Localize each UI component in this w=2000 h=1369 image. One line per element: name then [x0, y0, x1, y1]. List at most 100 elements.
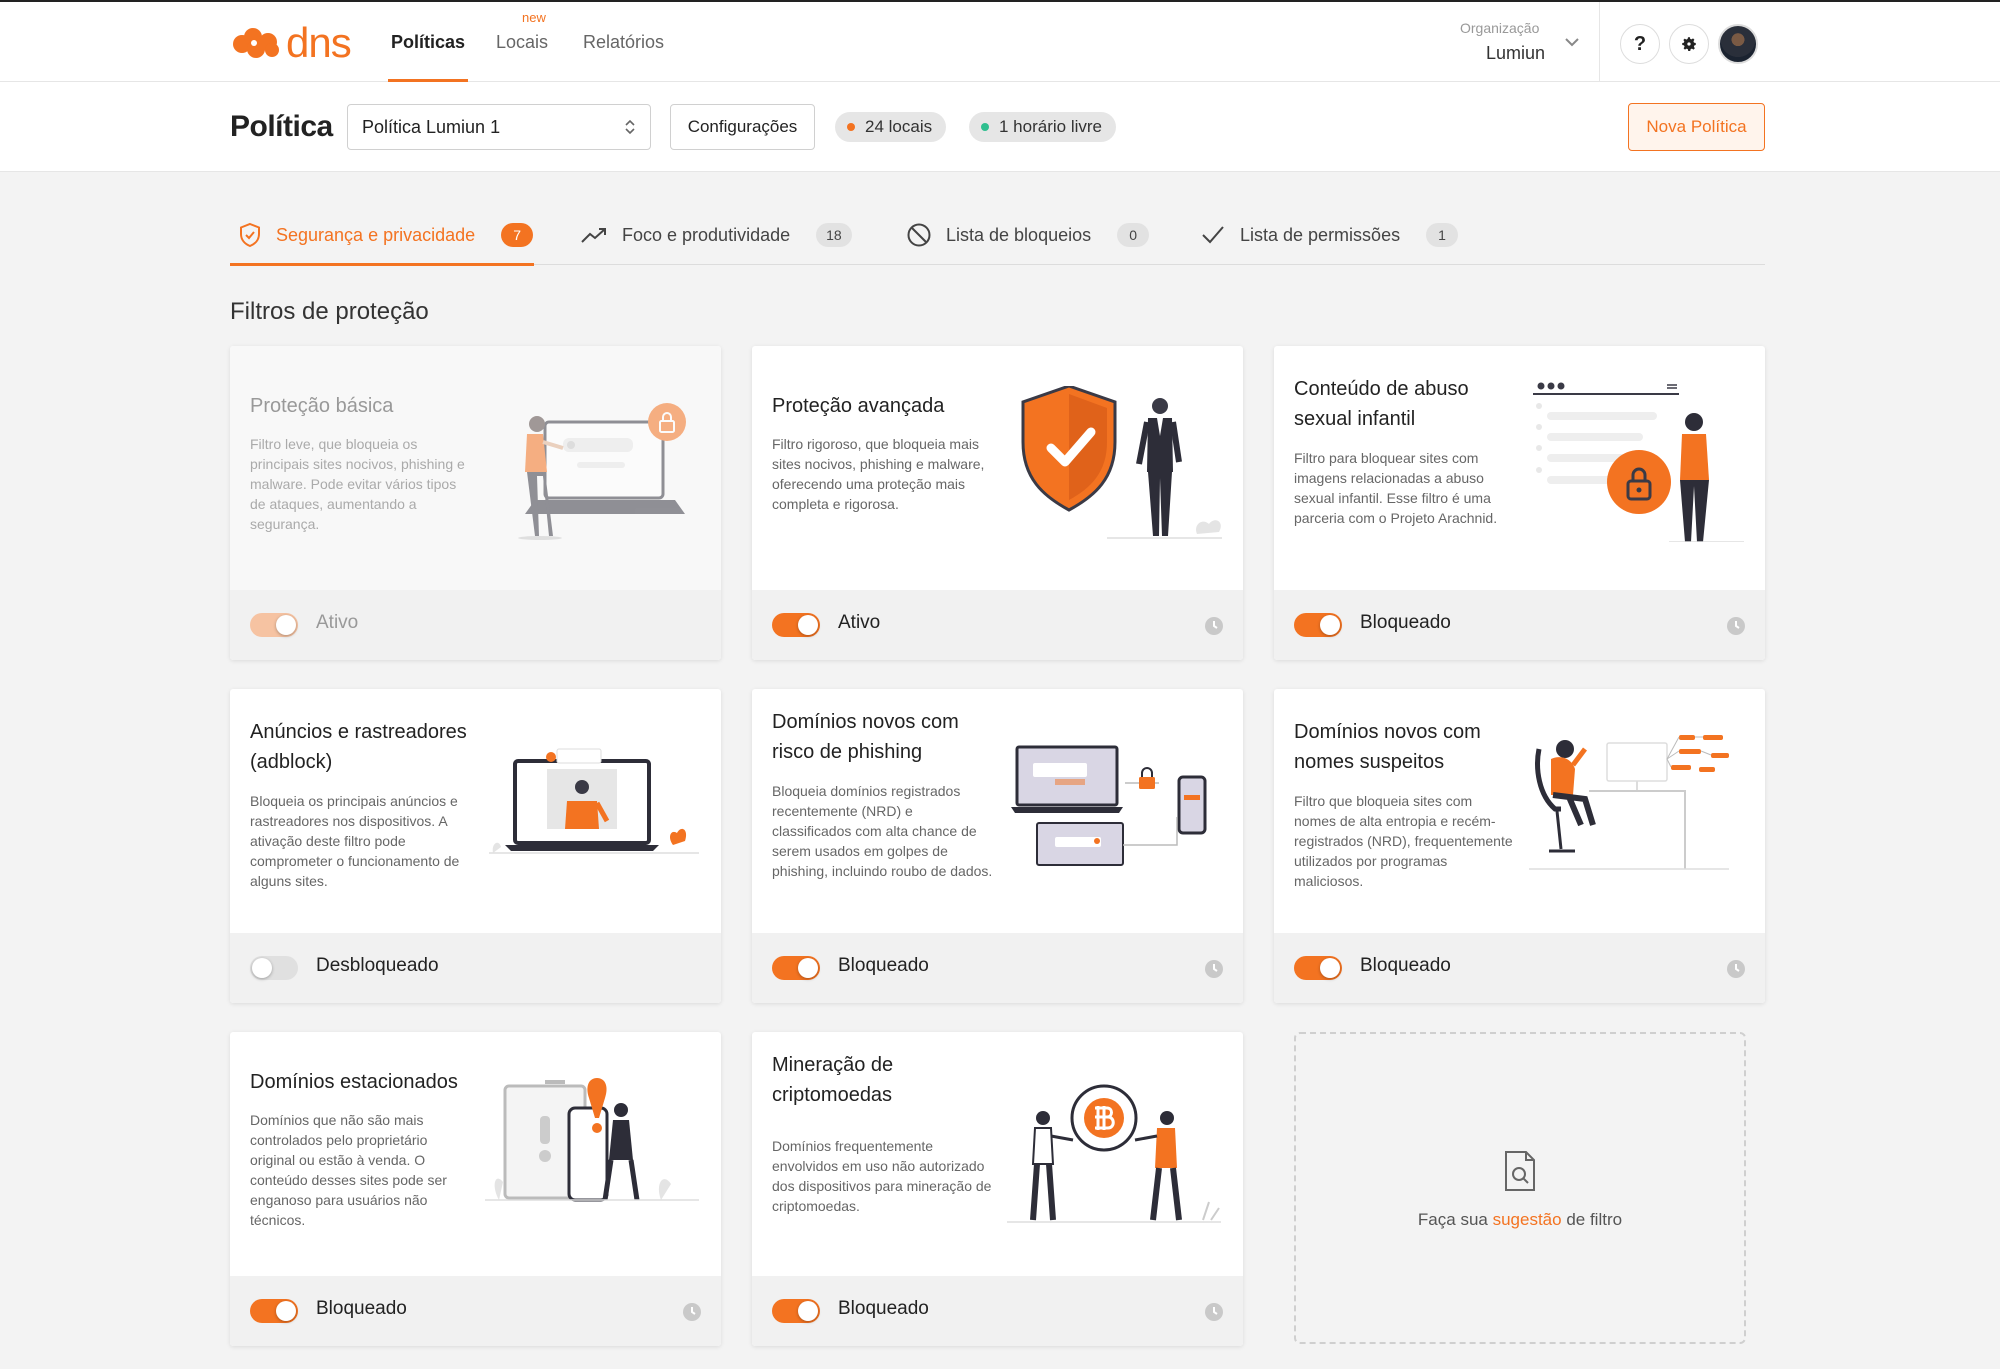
chevron-down-icon[interactable] — [1564, 36, 1580, 48]
filter-card-abuso-infantil: Conteúdo de abuso sexual infantil Filtro… — [1274, 346, 1765, 660]
nav-politicas[interactable]: Políticas — [391, 32, 465, 53]
filter-card-protecao-avancada: Proteção avançada Filtro rigoroso, que b… — [752, 346, 1243, 660]
policy-select[interactable]: Política Lumiun 1 — [347, 104, 651, 150]
filter-toggle[interactable] — [772, 613, 820, 637]
filter-suggestion-box[interactable]: Faça sua sugestão de filtro — [1294, 1032, 1746, 1344]
tab-permissoes[interactable]: Lista de permissões 1 — [1200, 205, 1459, 265]
document-search-icon — [1505, 1151, 1535, 1191]
help-icon: ? — [1633, 32, 1647, 55]
schedule-badge[interactable]: 1 horário livre — [969, 112, 1116, 142]
organization-label: Organização — [1460, 20, 1540, 36]
clock-icon[interactable] — [682, 1302, 702, 1322]
person-desk-diagram-illustration — [1529, 735, 1729, 870]
green-dot-icon — [981, 123, 989, 131]
laptop-lock-illustration — [518, 403, 686, 540]
filter-toggle[interactable] — [772, 956, 820, 980]
filter-status: Desbloqueado — [316, 955, 439, 976]
nav-locais[interactable]: Locais — [496, 32, 548, 53]
organization-name[interactable]: Lumiun — [1486, 43, 1545, 64]
filter-title: Proteção básica — [250, 395, 394, 417]
clock-icon[interactable] — [1726, 616, 1746, 636]
top-navigation: dns Políticas new Locais Relatórios Orga… — [0, 0, 2000, 84]
tab-count: 1 — [1426, 223, 1459, 247]
tab-seguranca[interactable]: Segurança e privacidade 7 — [238, 205, 534, 265]
user-avatar[interactable] — [1718, 24, 1758, 64]
filter-title: Conteúdo de abuso sexual infantil — [1294, 378, 1469, 430]
trend-up-icon — [581, 228, 606, 243]
shield-check-icon — [240, 222, 260, 248]
tab-active-indicator — [230, 263, 534, 266]
device-warning-person-illustration — [485, 1078, 699, 1202]
filter-status: Bloqueado — [838, 1298, 929, 1319]
filter-description: Domínios frequentemente envolvidos em us… — [772, 1138, 992, 1214]
filter-description: Bloqueia domínios registrados recentemen… — [772, 783, 993, 879]
tab-count: 7 — [501, 223, 534, 247]
filter-title: Domínios novos com nomes suspeitos — [1294, 721, 1481, 773]
clock-icon[interactable] — [1204, 959, 1224, 979]
filter-title: Domínios novos com risco de phishing — [772, 711, 959, 763]
gear-icon — [1682, 37, 1696, 51]
tab-label: Lista de permissões — [1240, 224, 1401, 245]
filter-card-nomes-suspeitos: Domínios novos com nomes suspeitos Filtr… — [1274, 689, 1765, 1003]
filter-status: Ativo — [838, 612, 881, 633]
bitcoin-people-illustration — [1007, 1084, 1221, 1223]
filter-status: Bloqueado — [838, 955, 929, 976]
page-title: Política — [230, 110, 333, 143]
configuracoes-button[interactable]: Configurações — [670, 104, 815, 150]
tab-foco[interactable]: Foco e produtividade 18 — [580, 205, 852, 265]
clock-icon[interactable] — [1204, 1302, 1224, 1322]
logo-text: dns — [286, 19, 352, 66]
filter-toggle[interactable] — [772, 1299, 820, 1323]
schedule-label: 1 horário livre — [999, 117, 1102, 136]
filter-toggle[interactable] — [250, 1299, 298, 1323]
tab-count: 0 — [1117, 223, 1150, 247]
filter-title: Mineração de criptomoedas — [772, 1054, 894, 1106]
filter-status: Bloqueado — [1360, 955, 1451, 976]
clock-icon[interactable] — [1204, 616, 1224, 636]
devices-phishing-illustration — [1011, 745, 1207, 866]
tab-bloqueios[interactable]: Lista de bloqueios 0 — [906, 205, 1150, 265]
filter-card-estacionados: Domínios estacionados Domínios que não s… — [230, 1032, 721, 1346]
nova-politica-label: Nova Política — [1646, 117, 1747, 136]
shield-person-illustration — [1021, 386, 1222, 539]
locations-badge[interactable]: 24 locais — [835, 112, 947, 142]
dns-logo[interactable]: dns — [230, 19, 352, 66]
filter-description: Bloqueia os principais anúncios e rastre… — [250, 793, 460, 889]
orange-dot-icon — [847, 123, 855, 131]
logo-cloud-icon — [233, 28, 279, 58]
settings-button[interactable] — [1669, 24, 1709, 64]
filter-toggle[interactable] — [1294, 956, 1342, 980]
suggestion-suffix: de filtro — [1566, 1210, 1623, 1229]
filter-card-protecao-basica: Proteção básica Filtro leve, que bloquei… — [230, 346, 721, 660]
nav-relatorios[interactable]: Relatórios — [583, 32, 664, 53]
suggestion-link[interactable]: sugestão — [1493, 1210, 1562, 1229]
new-badge: new — [522, 10, 546, 25]
filter-status: Bloqueado — [316, 1298, 407, 1319]
filter-title: Anúncios e rastreadores (adblock) — [250, 721, 467, 773]
nova-politica-button[interactable]: Nova Política — [1628, 103, 1765, 151]
filter-toggle[interactable] — [1294, 613, 1342, 637]
tab-label: Foco e produtividade — [622, 224, 791, 245]
filter-description: Filtro que bloqueia sites com nomes de a… — [1294, 793, 1513, 889]
locations-label: 24 locais — [865, 117, 933, 136]
policy-select-value: Política Lumiun 1 — [362, 116, 501, 137]
section-title: Filtros de proteção — [230, 298, 429, 325]
filter-card-adblock: Anúncios e rastreadores (adblock) Bloque… — [230, 689, 721, 1003]
suggestion-prefix: Faça sua — [1417, 1210, 1488, 1229]
tab-count: 18 — [816, 223, 852, 247]
clock-icon[interactable] — [1726, 959, 1746, 979]
filter-title: Proteção avançada — [772, 395, 945, 417]
filter-toggle[interactable] — [250, 956, 298, 980]
filter-toggle[interactable] — [250, 613, 298, 637]
help-button[interactable]: ? — [1620, 24, 1660, 64]
filter-description: Filtro para bloquear sites com imagens r… — [1294, 450, 1498, 526]
configuracoes-label: Configurações — [687, 117, 798, 136]
browser-lock-person-illustration — [1533, 382, 1744, 542]
filter-description: Domínios que não são mais controlados pe… — [250, 1112, 447, 1228]
filter-tabs: Segurança e privacidade 7 Foco e produti… — [230, 205, 1765, 266]
tab-label: Lista de bloqueios — [946, 224, 1092, 245]
select-arrows-icon — [625, 119, 635, 135]
filter-status: Ativo — [316, 612, 359, 633]
nav-divider — [1599, 2, 1600, 84]
suggestion-text: Faça sua sugestão de filtro — [1296, 1210, 1744, 1230]
